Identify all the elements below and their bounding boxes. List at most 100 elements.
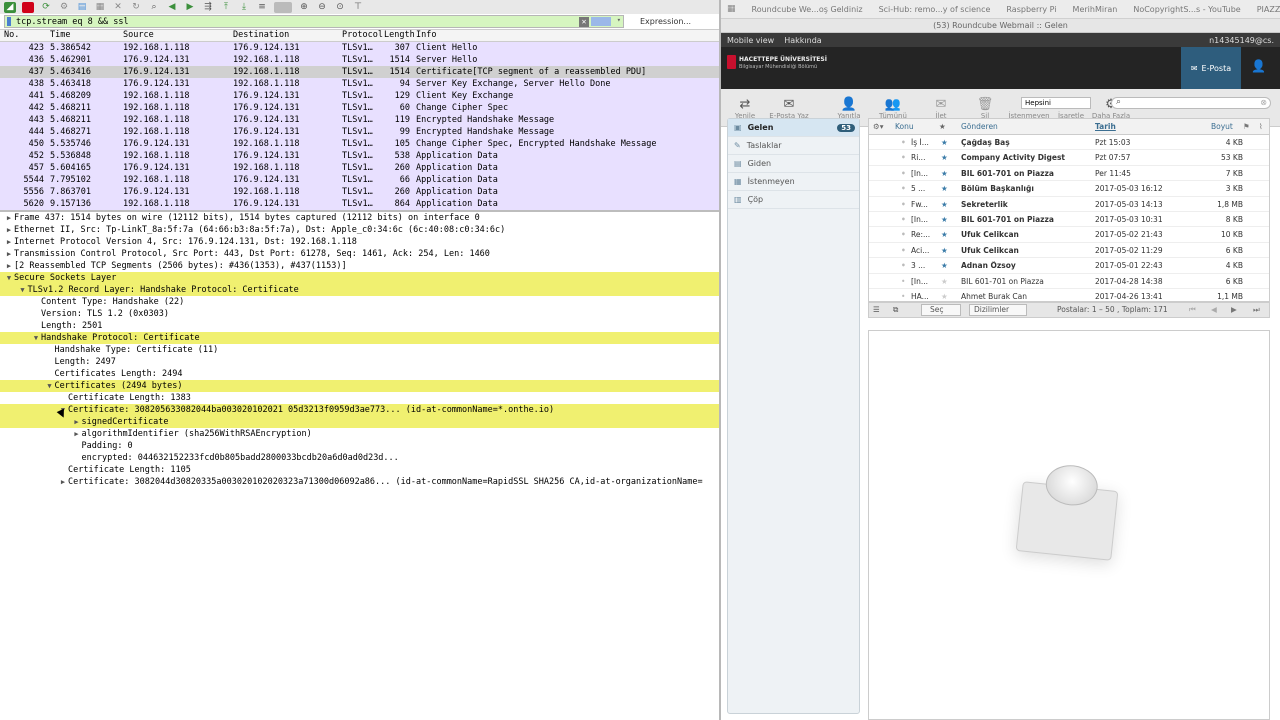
apply-filter-icon[interactable] — [591, 17, 611, 26]
autoscroll-icon[interactable]: ≡ — [256, 2, 268, 13]
prev-page-icon[interactable]: ◀ — [1211, 305, 1217, 314]
zoom-in-icon[interactable]: ⊕ — [298, 2, 310, 13]
status-dot-icon[interactable]: • — [901, 215, 906, 224]
detail-row[interactable]: Content Type: Handshake (22) — [0, 296, 719, 308]
detail-row[interactable]: ▶ Certificate: 3082044d30820335a003020102… — [0, 476, 719, 488]
flag-star-icon[interactable]: ★ — [941, 153, 948, 162]
folder-item-2[interactable]: ✎ Taslaklar — [728, 137, 859, 155]
message-row[interactable]: • [In... ★ BIL 601-701 on Piazza Per 11:45 7 … — [869, 166, 1269, 182]
last-packet-icon[interactable]: ⤓ — [238, 2, 250, 13]
bookmark-link[interactable]: Sci-Hub: remo...y of science — [879, 5, 991, 14]
collapsed-arrow-icon[interactable]: ▶ — [4, 224, 14, 236]
find-packet-icon[interactable]: ⌕ — [148, 2, 160, 13]
mail-tab[interactable]: ✉ E-Posta — [1181, 47, 1241, 89]
detail-row[interactable]: ▶ signedCertificate — [0, 416, 719, 428]
folder-item-3[interactable]: ▤ Giden — [728, 155, 859, 173]
folder-item-5[interactable]: ▥ Çöp — [728, 191, 859, 209]
forward-button[interactable]: ✉ İlet — [919, 97, 963, 120]
message-row[interactable]: • Aci... ★ Ufuk Celikcan 2017-05-02 11:29 6 K… — [869, 243, 1269, 259]
flag-star-icon[interactable]: ★ — [941, 246, 948, 255]
packet-row[interactable]: 5556 7.863701 176.9.124.131 192.168.1.118 TL… — [0, 186, 719, 198]
clear-filter-icon[interactable]: ✕ — [579, 17, 589, 27]
search-filter-select[interactable]: Hepsini — [1021, 97, 1091, 109]
column-header[interactable]: Time — [50, 30, 70, 40]
folder-item-4[interactable]: ▦ İstenmeyen — [728, 173, 859, 191]
status-dot-icon[interactable]: • — [901, 230, 906, 239]
mobile-view-link[interactable]: Mobile view — [727, 36, 774, 45]
detail-row[interactable]: ▼ Certificates (2494 bytes) — [0, 380, 719, 392]
col-size[interactable]: Boyut — [1211, 122, 1233, 131]
go-to-packet-icon[interactable]: ⇶ — [202, 2, 214, 13]
status-dot-icon[interactable]: • — [901, 277, 905, 286]
compose-button[interactable]: ✉ E-Posta Yaz — [767, 97, 811, 120]
col-subject[interactable]: Konu — [895, 122, 914, 131]
message-row[interactable]: • [In... ★ BIL 601-701 on Piazza 2017-05-03 … — [869, 212, 1269, 228]
detail-row[interactable]: ▶ Transmission Control Protocol, Src Port… — [0, 248, 719, 260]
packet-row[interactable]: 452 5.536848 192.168.1.118 176.9.124.131 TLS… — [0, 150, 719, 162]
collapsed-arrow-icon[interactable]: ▶ — [4, 212, 14, 224]
search-input[interactable]: ⌕ ⊗ — [1111, 97, 1271, 109]
bookmark-link[interactable]: MerihMiran — [1073, 5, 1118, 14]
column-header[interactable]: Info — [416, 30, 436, 40]
status-dot-icon[interactable]: • — [901, 261, 906, 270]
flag-star-icon[interactable]: ★ — [941, 184, 948, 193]
message-row[interactable]: • [In... ★ BIL 601-701 on Piazza 2017-04-28 … — [869, 274, 1269, 289]
collapsed-arrow-icon[interactable]: ▶ — [72, 416, 82, 428]
detail-row[interactable]: Certificate Length: 1383 — [0, 392, 719, 404]
status-dot-icon[interactable]: • — [901, 246, 906, 255]
zoom-normal-icon[interactable]: ⊙ — [334, 2, 346, 13]
col-date[interactable]: Tarih — [1095, 122, 1116, 131]
collapsed-arrow-icon[interactable]: ▶ — [72, 428, 82, 440]
packet-row[interactable]: 437 5.463416 176.9.124.131 192.168.1.118 TLS… — [0, 66, 719, 78]
expanded-arrow-icon[interactable]: ▼ — [31, 332, 41, 344]
last-page-icon[interactable]: ⏭ — [1253, 305, 1260, 315]
open-file-icon[interactable]: ▤ — [76, 2, 88, 13]
bookmark-link[interactable]: Raspberry Pi — [1006, 5, 1056, 14]
detail-row[interactable]: ▶ Ethernet II, Src: Tp-LinkT_8a:5f:7a (64… — [0, 224, 719, 236]
reload-icon[interactable]: ↻ — [130, 2, 142, 13]
detail-row[interactable]: encrypted: 044632152233fcd0b805badd28000… — [0, 452, 719, 464]
resize-columns-icon[interactable]: ⊤ — [352, 2, 364, 13]
refresh-button[interactable]: ⇄ Yenile — [723, 97, 767, 120]
next-page-icon[interactable]: ▶ — [1231, 305, 1237, 314]
message-row[interactable]: • HA... ★ Ahmet Burak Can 2017-04-26 13:41 1,… — [869, 289, 1269, 301]
message-row[interactable]: • 3 ... ★ Adnan Özsoy 2017-05-01 22:43 4 KB — [869, 258, 1269, 274]
collapsed-arrow-icon[interactable]: ▶ — [4, 248, 14, 260]
reply-button[interactable]: 👤 Yanıtla — [827, 97, 871, 120]
detail-row[interactable]: ▶ Internet Protocol Version 4, Src: 176.9… — [0, 236, 719, 248]
column-header[interactable]: Destination — [233, 30, 289, 40]
message-row[interactable]: • Ri... ★ Company Activity Digest Pzt 07:57 5… — [869, 150, 1269, 166]
options-icon[interactable]: ⚙ — [58, 2, 70, 13]
user-icon[interactable]: 👤 — [1251, 59, 1266, 73]
detail-row[interactable]: ▼ Secure Sockets Layer — [0, 272, 719, 284]
flag-star-icon[interactable]: ★ — [941, 200, 948, 209]
packet-row[interactable]: 443 5.468211 192.168.1.118 176.9.124.131 TLS… — [0, 114, 719, 126]
status-dot-icon[interactable]: • — [901, 292, 905, 301]
detail-row[interactable]: Padding: 0 — [0, 440, 719, 452]
save-file-icon[interactable]: ▦ — [94, 2, 106, 13]
packet-row[interactable]: 457 5.604165 176.9.124.131 192.168.1.118 TLS… — [0, 162, 719, 174]
attachment-header-icon[interactable]: ⌇ — [1259, 122, 1263, 131]
message-row[interactable]: • 5 ... ★ Bölüm Başkanlığı 2017-05-03 16:12 3… — [869, 181, 1269, 197]
filter-history-icon[interactable]: ▾ — [617, 16, 621, 24]
thread-view-icon[interactable]: ⧉ — [893, 305, 898, 315]
list-options-icon[interactable]: ⚙▾ — [873, 122, 884, 131]
start-capture-icon[interactable]: ◢ — [4, 1, 16, 13]
stop-capture-icon[interactable] — [22, 1, 34, 13]
detail-row[interactable]: Certificates Length: 2494 — [0, 368, 719, 380]
grid-icon[interactable]: ▦ — [727, 4, 736, 14]
flag-header-icon[interactable]: ⚑ — [1243, 122, 1250, 131]
threads-menu[interactable]: Dizilimler — [969, 304, 1027, 316]
packet-row[interactable]: 5620 9.157136 192.168.1.118 176.9.124.131 TL… — [0, 198, 719, 210]
packet-row[interactable]: 442 5.468211 192.168.1.118 176.9.124.131 TLS… — [0, 102, 719, 114]
zoom-out-icon[interactable]: ⊖ — [316, 2, 328, 13]
detail-row[interactable]: ▼ Handshake Protocol: Certificate — [0, 332, 719, 344]
about-link[interactable]: Hakkında — [784, 36, 821, 45]
packet-row[interactable]: 444 5.468271 192.168.1.118 176.9.124.131 TLS… — [0, 126, 719, 138]
bookmark-link[interactable]: PIAZZA — [1257, 5, 1280, 14]
display-filter-input[interactable]: tcp.stream eq 8 && ssl ✕ ▾ — [4, 15, 624, 28]
go-forward-icon[interactable]: ▶ — [184, 2, 196, 13]
detail-row[interactable]: ▶ [2 Reassembled TCP Segments (2506 bytes… — [0, 260, 719, 272]
column-header[interactable]: No. — [4, 30, 19, 40]
message-row[interactable]: • İş İ... ★ Çağdaş Baş Pzt 15:03 4 KB — [869, 135, 1269, 151]
